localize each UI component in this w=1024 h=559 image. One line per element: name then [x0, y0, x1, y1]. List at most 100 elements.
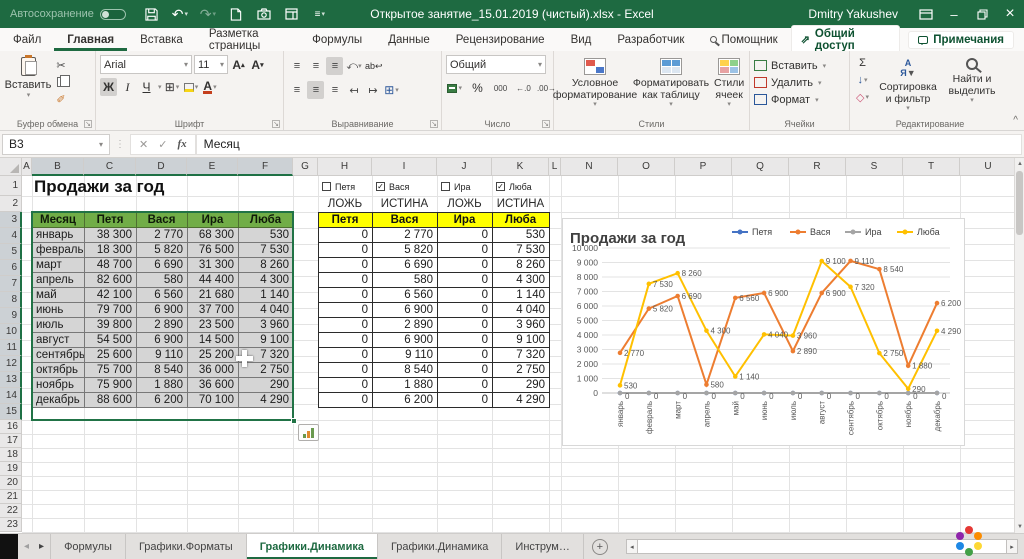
- cut-icon[interactable]: ✂: [52, 58, 70, 72]
- row-header-20[interactable]: 20: [0, 476, 22, 490]
- row-header-16[interactable]: 16: [0, 420, 22, 434]
- cell[interactable]: 580: [137, 273, 188, 288]
- cell[interactable]: 82 600: [85, 273, 137, 288]
- ribbon-tab-Главная[interactable]: Главная: [54, 28, 127, 51]
- column-header-D[interactable]: D: [136, 158, 187, 176]
- checkbox-Люба[interactable]: ✓Люба: [496, 179, 547, 194]
- column-header-T[interactable]: T: [903, 158, 960, 176]
- cell[interactable]: 290: [239, 378, 294, 393]
- cell[interactable]: 6 200: [137, 393, 188, 408]
- dialog-launcher-icon[interactable]: ↘: [84, 120, 92, 128]
- scroll-right-icon[interactable]: ▸: [1006, 539, 1018, 554]
- cell[interactable]: 44 400: [188, 273, 239, 288]
- cell[interactable]: 6 900: [137, 333, 188, 348]
- cell[interactable]: 6 900: [373, 303, 438, 318]
- row-header-2[interactable]: 2: [0, 196, 22, 212]
- format-cells-button[interactable]: Формат▾: [754, 91, 845, 108]
- cell[interactable]: 31 300: [188, 258, 239, 273]
- column-header-Q[interactable]: Q: [732, 158, 789, 176]
- align-center-icon[interactable]: ≡: [307, 81, 324, 99]
- prev-sheet-icon[interactable]: ◂: [24, 541, 29, 552]
- row-header-1[interactable]: 1: [0, 176, 22, 196]
- sheet-tab-Формулы[interactable]: Формулы: [51, 534, 126, 559]
- cell[interactable]: 2 770: [373, 228, 438, 243]
- cell[interactable]: 0: [319, 288, 373, 303]
- decrease-indent-icon[interactable]: ↤: [345, 81, 362, 99]
- cell[interactable]: 14 500: [188, 333, 239, 348]
- underline-button[interactable]: Ч: [138, 78, 155, 96]
- cell[interactable]: 0: [319, 318, 373, 333]
- delete-cells-button[interactable]: Удалить▾: [754, 74, 845, 91]
- cell[interactable]: 0: [319, 303, 373, 318]
- borders-icon[interactable]: ⊞▾: [164, 78, 181, 96]
- cell[interactable]: 36 000: [188, 363, 239, 378]
- cell[interactable]: 2 750: [239, 363, 294, 378]
- cell[interactable]: 0: [319, 378, 373, 393]
- cell[interactable]: 42 100: [85, 288, 137, 303]
- sheet-tab-Инструм…[interactable]: Инструм…: [502, 534, 583, 559]
- cell[interactable]: 4 290: [239, 393, 294, 408]
- clear-icon[interactable]: ◇▾: [854, 89, 871, 105]
- selection-fill-handle[interactable]: [291, 418, 297, 424]
- next-sheet-icon[interactable]: ▸: [39, 541, 44, 552]
- sheet-tab-Графики.Динамика[interactable]: Графики.Динамика: [378, 534, 502, 559]
- row-header-12[interactable]: 12: [0, 356, 22, 372]
- row-header-14[interactable]: 14: [0, 388, 22, 404]
- cell[interactable]: 0: [438, 318, 493, 333]
- row-header-13[interactable]: 13: [0, 372, 22, 388]
- cell[interactable]: апрель: [33, 273, 85, 288]
- cell[interactable]: 0: [319, 258, 373, 273]
- column-header-A[interactable]: A: [22, 158, 32, 176]
- cell[interactable]: 0: [438, 333, 493, 348]
- bold-button[interactable]: Ж: [100, 78, 117, 96]
- cell[interactable]: январь: [33, 228, 85, 243]
- unchecked-checkbox-icon[interactable]: [441, 182, 450, 191]
- filter-table[interactable]: ПетяВасяИраЛюба02 770053005 82007 53006 …: [318, 212, 550, 408]
- ribbon-tab-Вид[interactable]: Вид: [558, 28, 605, 51]
- row-header-22[interactable]: 22: [0, 504, 22, 518]
- cell[interactable]: 1 140: [493, 288, 550, 303]
- cell[interactable]: 6 560: [137, 288, 188, 303]
- align-middle-icon[interactable]: ≡: [307, 57, 324, 75]
- cell[interactable]: 6 690: [373, 258, 438, 273]
- merge-center-icon[interactable]: ⊞▾: [383, 81, 400, 99]
- row-header-5[interactable]: 5: [0, 244, 22, 260]
- insert-cells-button[interactable]: Вставить▾: [754, 57, 845, 74]
- cell[interactable]: 580: [373, 273, 438, 288]
- column-header-E[interactable]: E: [187, 158, 238, 176]
- cell[interactable]: 76 500: [188, 243, 239, 258]
- cell[interactable]: 5 820: [137, 243, 188, 258]
- column-header-I[interactable]: I: [372, 158, 437, 176]
- document-icon[interactable]: [224, 1, 248, 27]
- cell[interactable]: 18 300: [85, 243, 137, 258]
- fill-icon[interactable]: ↓▾: [854, 72, 871, 88]
- cell[interactable]: 0: [319, 228, 373, 243]
- orientation-icon[interactable]: ⤺▾: [345, 57, 362, 75]
- sheet-title-cell[interactable]: Продажи за год: [34, 177, 164, 197]
- scroll-left-icon[interactable]: ◂: [626, 539, 638, 554]
- cell[interactable]: 79 700: [85, 303, 137, 318]
- dialog-launcher-icon[interactable]: ↘: [542, 120, 550, 128]
- sheet-tab-Графики.Форматы[interactable]: Графики.Форматы: [126, 534, 247, 559]
- row-header-23[interactable]: 23: [0, 518, 22, 532]
- cell[interactable]: ноябрь: [33, 378, 85, 393]
- column-header-N[interactable]: N: [561, 158, 618, 176]
- cancel-icon[interactable]: ✕: [139, 138, 148, 151]
- unchecked-checkbox-icon[interactable]: [322, 182, 331, 191]
- bool-cell[interactable]: ИСТИНА: [372, 196, 437, 212]
- select-all-corner[interactable]: [0, 158, 22, 176]
- ribbon-tab-Данные[interactable]: Данные: [375, 28, 443, 51]
- cell-styles-button[interactable]: Стили ячеек▾: [710, 56, 748, 111]
- autosum-icon[interactable]: Σ: [854, 55, 871, 71]
- cell[interactable]: 8 540: [373, 363, 438, 378]
- cell[interactable]: 290: [493, 378, 550, 393]
- row-header-6[interactable]: 6: [0, 260, 22, 276]
- vertical-scroll-thumb[interactable]: [1016, 171, 1023, 235]
- accounting-format-icon[interactable]: ▾: [446, 79, 463, 97]
- switch-windows-icon[interactable]: [280, 1, 304, 27]
- sort-filter-button[interactable]: АЯ▼ Сортировка и фильтр▾: [877, 55, 939, 115]
- dialog-launcher-icon[interactable]: ↘: [272, 120, 280, 128]
- cell[interactable]: 39 800: [85, 318, 137, 333]
- vertical-scrollbar[interactable]: ▲ ▼: [1014, 158, 1024, 533]
- insert-function-icon[interactable]: fx: [177, 138, 186, 150]
